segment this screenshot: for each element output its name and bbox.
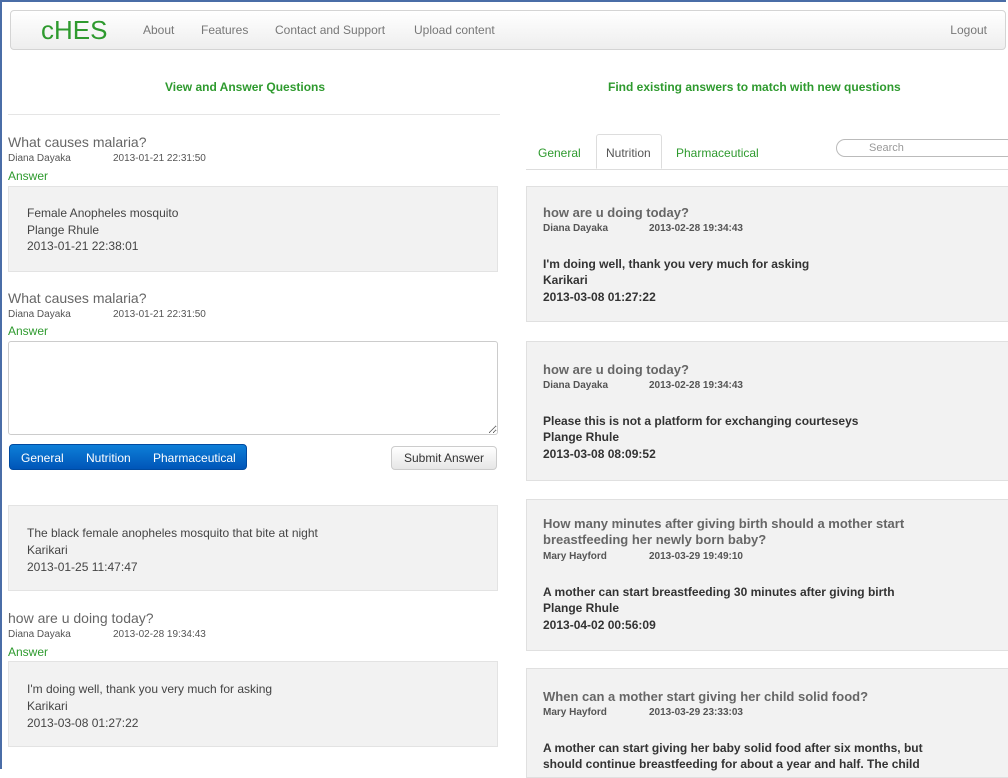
card-question-title: how are u doing today? <box>543 205 689 220</box>
answer-card[interactable]: how are u doing today? Diana Dayaka 2013… <box>526 186 1008 322</box>
answer-well: Female Anopheles mosquito Plange Rhule 2… <box>8 186 498 272</box>
card-author: Mary Hayford <box>543 707 607 718</box>
top-navbar: cHES About Features Contact and Support … <box>10 10 1006 50</box>
question-meta: Diana Dayaka 2013-01-21 22:31:50 <box>8 309 206 320</box>
nav-contact-support[interactable]: Contact and Support <box>275 23 385 37</box>
tab-nutrition[interactable]: Nutrition <box>606 146 651 160</box>
tab-general[interactable]: General <box>538 146 581 160</box>
nav-about[interactable]: About <box>143 23 174 37</box>
answer-date: 2013-01-21 22:38:01 <box>27 239 139 253</box>
find-answers-title: Find existing answers to match with new … <box>608 80 901 94</box>
question-date: 2013-01-21 22:31:50 <box>113 153 206 164</box>
card-meta: Diana Dayaka 2013-02-28 19:34:43 <box>543 223 743 234</box>
answer-date: 2013-03-08 01:27:22 <box>27 716 139 730</box>
question-date: 2013-02-28 19:34:43 <box>113 629 206 640</box>
answer-card[interactable]: how are u doing today? Diana Dayaka 2013… <box>526 341 1008 481</box>
card-meta: Diana Dayaka 2013-02-28 19:34:43 <box>543 380 743 391</box>
card-answer-text: A mother can start giving her baby solid… <box>543 741 923 755</box>
answer-text: The black female anopheles mosquito that… <box>27 526 318 540</box>
category-button-group: General Nutrition Pharmaceutical <box>9 444 247 470</box>
card-answer-text: Please this is not a platform for exchan… <box>543 414 859 428</box>
view-answer-title: View and Answer Questions <box>165 80 326 94</box>
answer-link[interactable]: Answer <box>8 169 48 183</box>
submit-answer-button[interactable]: Submit Answer <box>391 446 497 470</box>
category-pharmaceutical-button[interactable]: Pharmaceutical <box>153 451 236 465</box>
card-meta: Mary Hayford 2013-03-29 19:49:10 <box>543 551 743 562</box>
answer-date: 2013-01-25 11:47:47 <box>27 560 138 574</box>
search-input[interactable]: Search <box>836 139 1008 157</box>
card-date: 2013-03-29 23:33:03 <box>649 707 743 718</box>
card-meta: Mary Hayford 2013-03-29 23:33:03 <box>543 707 743 718</box>
answer-well: The black female anopheles mosquito that… <box>8 505 498 591</box>
card-question-title: How many minutes after giving birth shou… <box>543 516 905 531</box>
answer-link[interactable]: Answer <box>8 645 48 659</box>
question-meta: Diana Dayaka 2013-02-28 19:34:43 <box>8 629 206 640</box>
logout-link[interactable]: Logout <box>950 23 987 37</box>
card-answer-author: Karikari <box>543 273 588 287</box>
answer-author: Plange Rhule <box>27 223 100 237</box>
answer-link[interactable]: Answer <box>8 324 48 338</box>
card-answer-date: 2013-03-08 01:27:22 <box>543 290 656 304</box>
tab-pharmaceutical[interactable]: Pharmaceutical <box>676 146 759 160</box>
brand-logo[interactable]: cHES <box>41 15 107 46</box>
question-author: Diana Dayaka <box>8 309 71 320</box>
card-author: Diana Dayaka <box>543 223 609 234</box>
answer-card[interactable]: When can a mother start giving her child… <box>526 668 1008 778</box>
question-date: 2013-01-21 22:31:50 <box>113 309 206 320</box>
card-answer-date: 2013-03-08 08:09:52 <box>543 447 656 461</box>
question-author: Diana Dayaka <box>8 629 71 640</box>
nav-features[interactable]: Features <box>201 23 248 37</box>
category-tabs: General Nutrition Pharmaceutical Search <box>526 134 1008 170</box>
answer-text: I'm doing well, thank you very much for … <box>27 682 273 696</box>
divider <box>8 114 500 115</box>
answer-well: I'm doing well, thank you very much for … <box>8 661 498 747</box>
card-author: Diana Dayaka <box>543 380 609 391</box>
answer-author: Karikari <box>27 699 68 713</box>
question-title: What causes malaria? <box>8 134 147 150</box>
card-question-title: how are u doing today? <box>543 362 689 377</box>
category-nutrition-button[interactable]: Nutrition <box>86 451 131 465</box>
card-answer-date: 2013-04-02 00:56:09 <box>543 618 656 632</box>
question-author: Diana Dayaka <box>8 153 71 164</box>
card-date: 2013-02-28 19:34:43 <box>649 223 743 234</box>
card-date: 2013-03-29 19:49:10 <box>649 551 743 562</box>
question-title: What causes malaria? <box>8 290 147 306</box>
answer-card[interactable]: How many minutes after giving birth shou… <box>526 499 1008 651</box>
search-placeholder: Search <box>869 142 904 154</box>
answer-text: Female Anopheles mosquito <box>27 206 179 220</box>
nav-upload-content[interactable]: Upload content <box>414 23 495 37</box>
answer-author: Karikari <box>27 543 68 557</box>
answer-textarea[interactable] <box>8 341 498 435</box>
card-answer-text: I'm doing well, thank you very much for … <box>543 257 810 271</box>
question-title: how are u doing today? <box>8 610 154 626</box>
card-date: 2013-02-28 19:34:43 <box>649 380 743 391</box>
card-author: Mary Hayford <box>543 551 607 562</box>
question-meta: Diana Dayaka 2013-01-21 22:31:50 <box>8 153 206 164</box>
card-question-title: When can a mother start giving her child… <box>543 689 869 704</box>
category-general-button[interactable]: General <box>21 451 64 465</box>
card-answer-text: A mother can start breastfeeding 30 minu… <box>543 585 895 599</box>
card-question-title-cont: breastfeeding her newly born baby? <box>543 532 767 547</box>
card-answer-author: Plange Rhule <box>543 601 620 615</box>
card-answer-author: Plange Rhule <box>543 430 620 444</box>
